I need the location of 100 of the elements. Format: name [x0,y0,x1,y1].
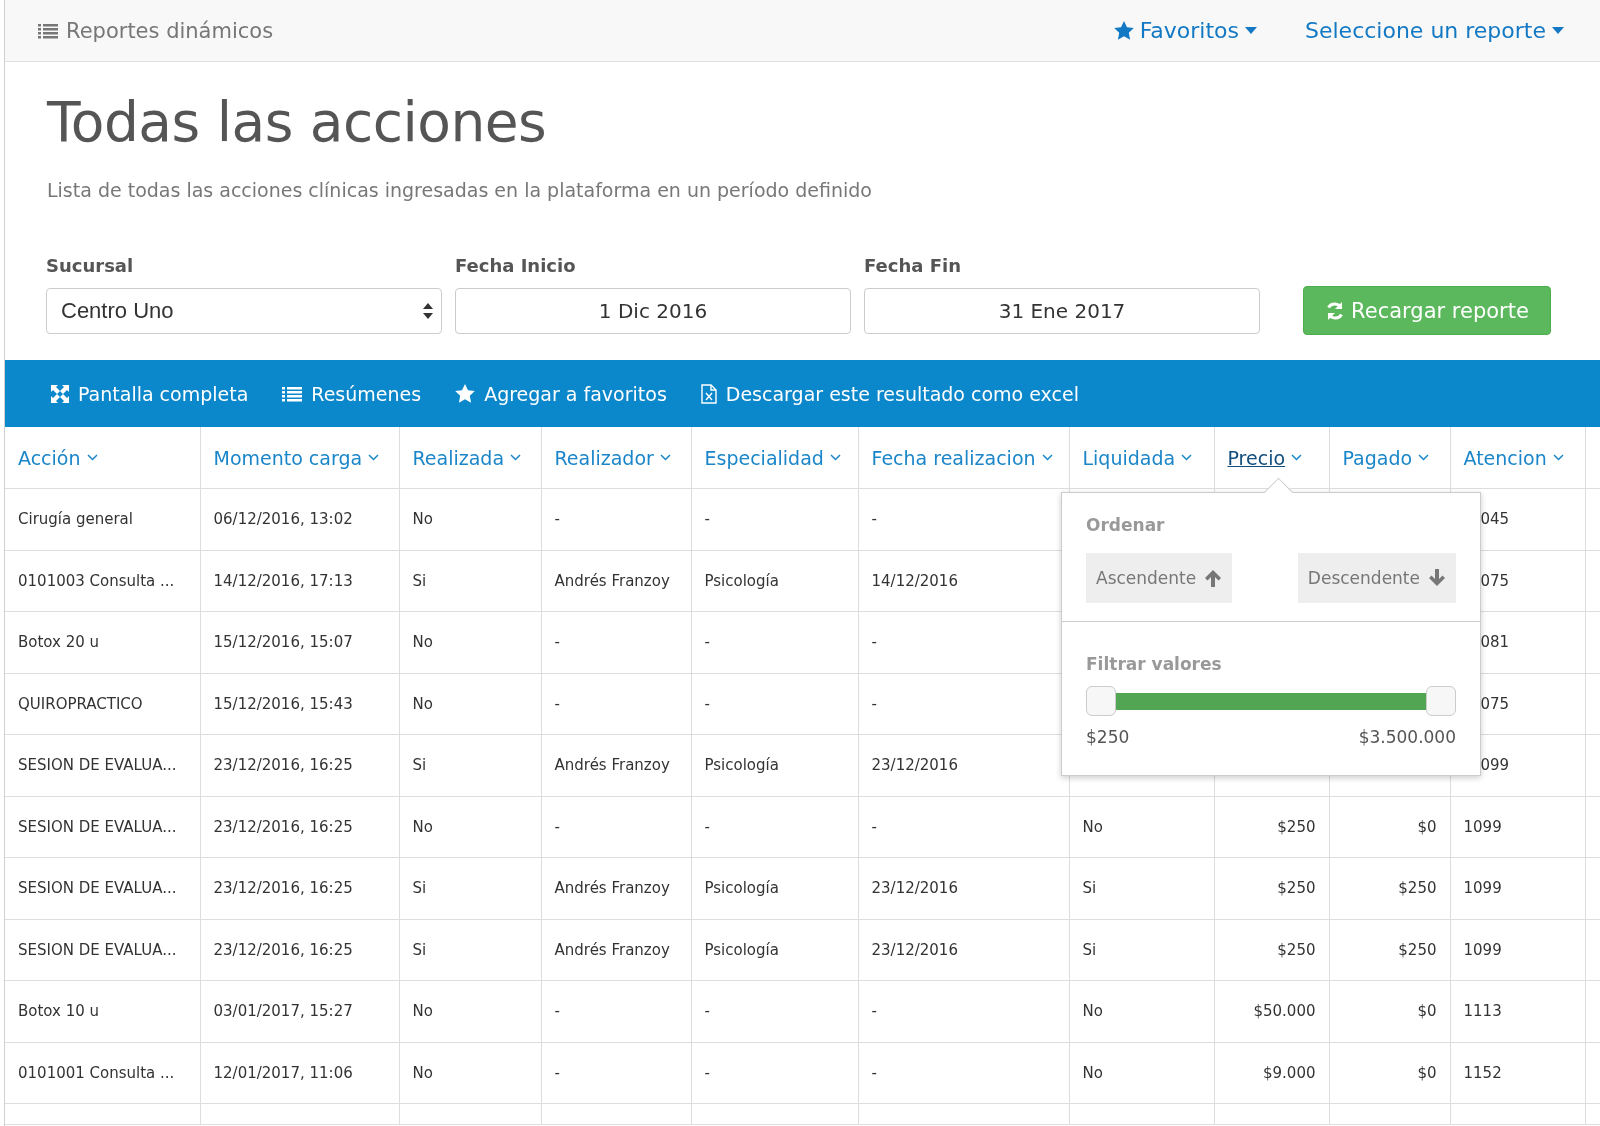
column-header[interactable]: Pagado [1342,446,1430,469]
table-cell: $250 [1277,940,1316,959]
table-cell: No [1082,817,1103,836]
table-cell: - [704,1063,710,1082]
table-cell: 12/01/2017, 11:06 [213,1063,353,1082]
app-brand[interactable]: Reportes dinámicos [38,18,274,43]
table-cell: 0101003 Consulta ... [18,571,175,590]
range-thumb[interactable] [1426,686,1456,716]
table-cell: Andrés Franzoy [554,571,670,590]
table-cell: - [871,510,877,529]
table-cell: $0 [1417,1002,1437,1021]
table-cell: 075 [1480,694,1510,713]
table-cell: No [412,633,433,652]
table-cell: Psicología [704,940,779,959]
field-label: Sucursal [46,255,135,276]
toolbar-link[interactable]: Descargar este resultado como excel [700,382,1079,405]
table-cell: $50.000 [1253,1002,1316,1021]
table-cell: - [871,694,877,713]
table-cell: No [1082,1002,1103,1021]
table-cell: $250 [1398,879,1437,898]
table-cell: 14/12/2016 [871,571,958,590]
column-header[interactable]: Fecha realizacion [871,446,1053,469]
column-header[interactable]: Momento carga [213,446,380,469]
table-cell: 15/12/2016, 15:43 [213,694,353,713]
favorites-menu[interactable]: Favoritos [1113,18,1257,43]
table-cell: Si [412,879,427,898]
reload-report-button[interactable]: Recargar reporte [1303,286,1551,335]
table-cell: No [412,817,433,836]
table-cell: 099 [1480,756,1510,775]
star-icon [455,384,476,403]
chevron-down-icon [510,454,522,461]
toolbar-link[interactable]: Agregar a favoritos [455,382,667,405]
column-header[interactable]: Realizador [554,446,671,469]
table-cell: 045 [1480,510,1510,529]
table-cell: - [871,1063,877,1082]
report-select-menu[interactable]: Seleccione un reporte [1305,18,1564,43]
column-header[interactable]: Acción [18,446,98,469]
range-thumb[interactable] [1086,686,1116,716]
table-cell: SESION DE EVALUA... [18,940,177,959]
chevron-down-icon [1552,454,1564,461]
select-arrows-icon [423,302,433,320]
table-cell: No [412,510,433,529]
table-cell: 15/12/2016, 15:07 [213,633,353,652]
column-header[interactable]: Atencion [1463,446,1564,469]
table-cell: 23/12/2016 [871,756,958,775]
table-cell: Botox 10 u [18,1002,100,1021]
table-cell: $9.000 [1263,1063,1316,1082]
table-cell: 0101001 Consulta ... [18,1063,175,1082]
chevron-down-icon [1291,454,1303,461]
date-field[interactable]: 1 Dic 2016 [455,288,851,334]
branch-select[interactable]: Centro Uno [46,288,442,334]
table-cell: 23/12/2016 [871,940,958,959]
table-cell: - [871,633,877,652]
table-cell: Si [412,940,427,959]
sort-title: Ordenar [1086,515,1166,535]
page-title: Todas las acciones [47,89,548,156]
chevron-down-icon [659,454,671,461]
column-header[interactable]: Liquidada [1082,446,1193,469]
table-cell: Cirugía general [18,510,133,529]
table-cell: No [412,1063,433,1082]
chevron-down-icon [1041,454,1053,461]
table-cell: 1152 [1463,1063,1502,1082]
table-cell: - [704,633,710,652]
table-cell: No [1082,1063,1103,1082]
table-cell: No [412,694,433,713]
table-cell: SESION DE EVALUA... [18,756,177,775]
table-cell: SESION DE EVALUA... [18,879,177,898]
table-cell: - [554,633,560,652]
table-cell: - [554,1063,560,1082]
table-cell: 1099 [1463,879,1502,898]
sort-button[interactable]: Ascendente [1086,553,1233,603]
range-min-label: $250 [1086,727,1130,747]
table-cell: Si [412,571,427,590]
table-cell: Andrés Franzoy [554,879,670,898]
table-cell: 23/12/2016, 16:25 [213,940,353,959]
field-label: Fecha Inicio [455,255,577,276]
table-cell: - [704,1002,710,1021]
table-cell: 14/12/2016, 17:13 [213,571,353,590]
expand-arrows-icon [51,384,69,403]
toolbar-link[interactable]: Resúmenes [282,382,422,405]
field-label: Fecha Fin [864,255,962,276]
column-header[interactable]: Precio [1227,446,1303,469]
page-subtitle: Lista de todas las acciones clínicas ingresadas en la plataforma en un período definido [47,179,873,201]
table-cell: $250 [1277,879,1316,898]
table-cell: $250 [1277,817,1316,836]
table-cell: Psicología [704,571,779,590]
table-cell: 075 [1480,571,1510,590]
column-header[interactable]: Especialidad [704,446,841,469]
spreadsheet-file-icon [700,383,717,404]
date-field[interactable]: 31 Ene 2017 [864,288,1260,334]
column-header[interactable]: Realizada [412,446,522,469]
table-cell: - [554,817,560,836]
table-cell: Botox 20 u [18,633,100,652]
table-cell: - [554,694,560,713]
list-icon [282,385,303,402]
table-cell: 1099 [1463,817,1502,836]
sort-button[interactable]: Descendente [1297,553,1456,603]
toolbar-link[interactable]: Pantalla completa [51,382,249,405]
range-slider[interactable] [1086,686,1456,716]
chevron-down-icon [368,454,380,461]
